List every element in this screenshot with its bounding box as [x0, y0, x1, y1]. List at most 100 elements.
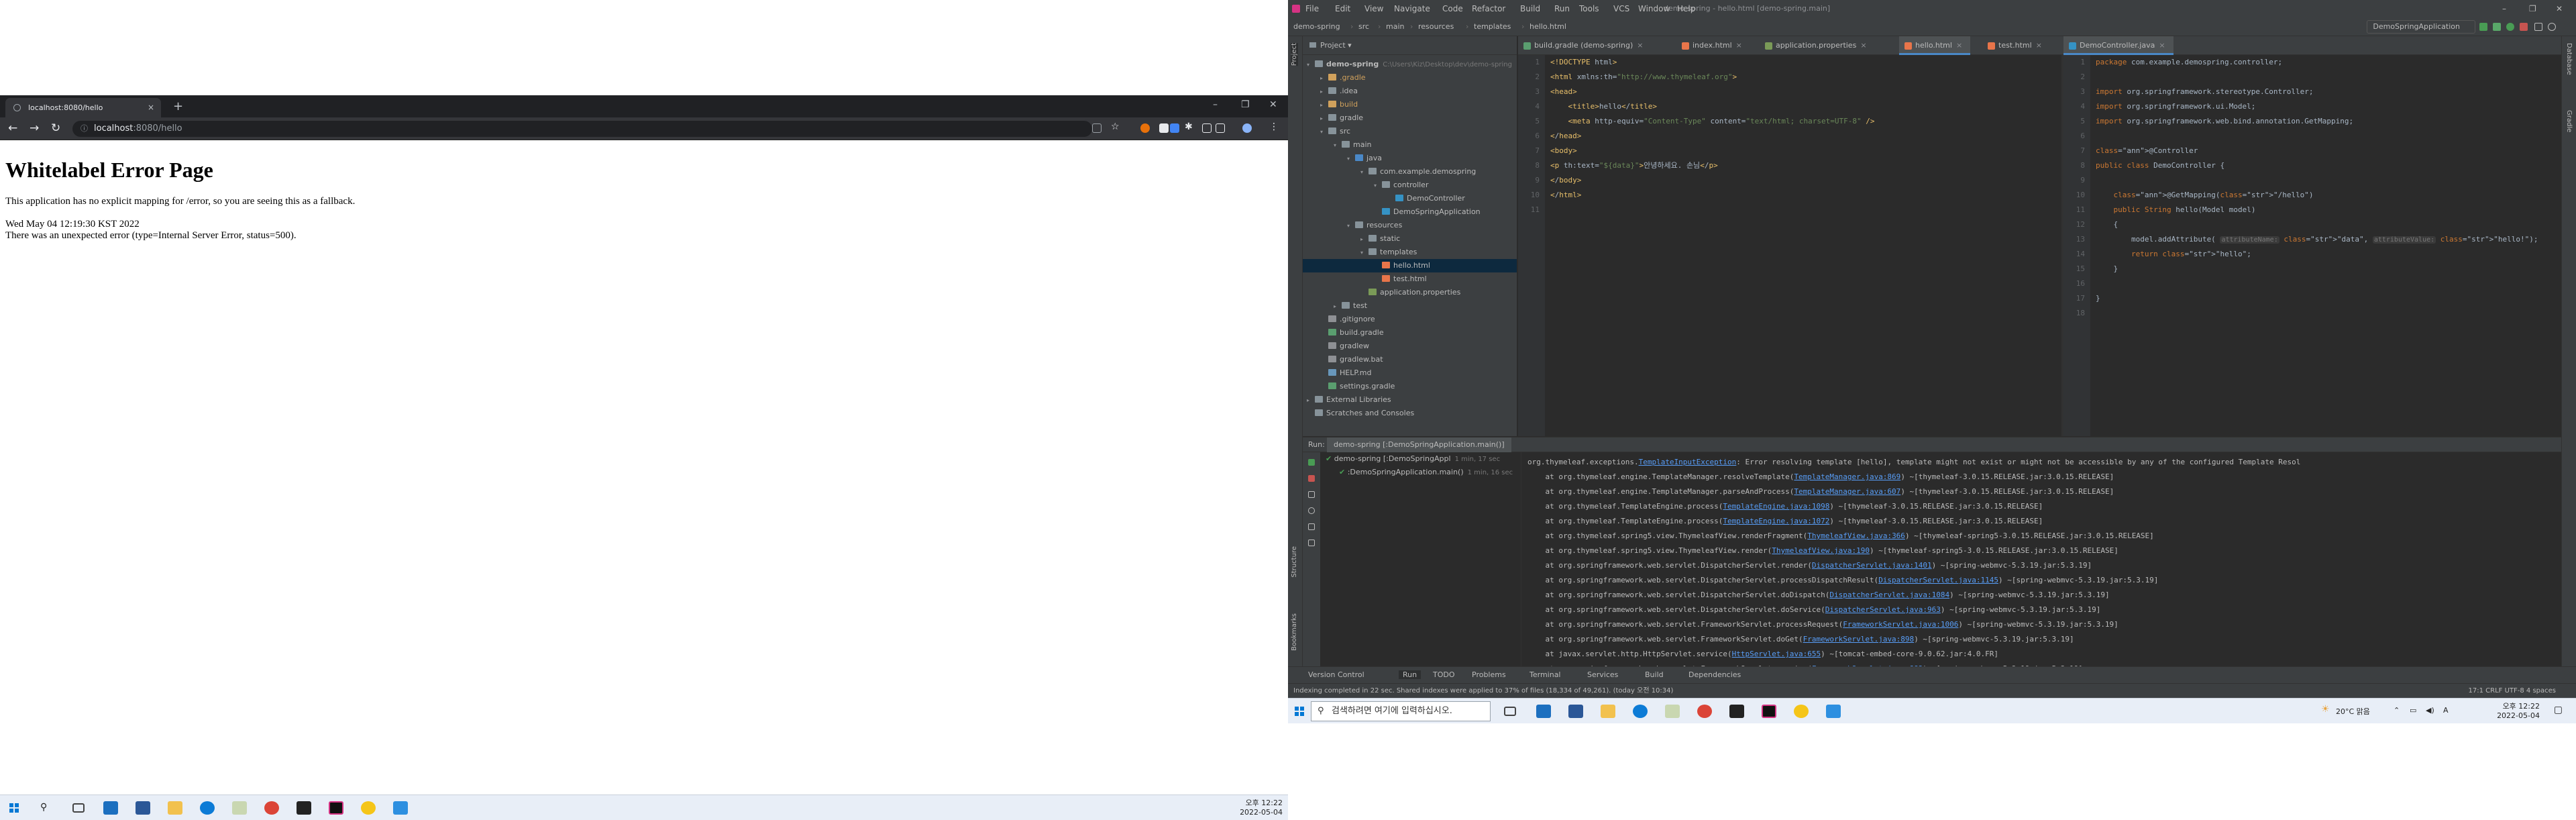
- tool-tab-terminal[interactable]: Terminal: [1529, 670, 1561, 679]
- tree-item[interactable]: ▸ gradle: [1303, 111, 1517, 125]
- code-line[interactable]: [2096, 173, 2561, 188]
- close-icon[interactable]: ×: [1736, 41, 1742, 50]
- search-icon[interactable]: ⚲: [40, 802, 55, 815]
- code-line[interactable]: public String hello(Model model): [2096, 203, 2561, 217]
- database-tool-tab[interactable]: Database: [2565, 43, 2573, 75]
- chevron-down-icon[interactable]: ▾: [1320, 125, 1328, 139]
- settings-icon[interactable]: [2548, 23, 2556, 31]
- console-link[interactable]: TemplateInputException: [1639, 458, 1737, 466]
- code-line[interactable]: class="ann">@GetMapping(class="str">"/he…: [2096, 188, 2561, 203]
- code-line[interactable]: <body>: [1550, 144, 2061, 158]
- run-tree-item[interactable]: ✔ demo-spring [:DemoSpringAppl 1 min, 17 …: [1320, 452, 1521, 466]
- tree-item[interactable]: ▸ build: [1303, 98, 1517, 111]
- menu-item-build[interactable]: Build: [1520, 4, 1540, 13]
- code-line[interactable]: import org.springframework.ui.Model;: [2096, 99, 2561, 114]
- menu-item-help[interactable]: Help: [1677, 4, 1695, 13]
- menu-item-edit[interactable]: Edit: [1335, 4, 1350, 13]
- run-config-select[interactable]: DemoSpringApplication: [2367, 20, 2475, 34]
- tool-tab-todo[interactable]: TODO: [1433, 670, 1455, 679]
- java-editor[interactable]: 1 2 3 4 5 6 7 8 9 10 11 12 13 14 15 16 17 18 package com.…: [2063, 55, 2561, 436]
- chevron-down-icon[interactable]: ▾: [1347, 152, 1355, 166]
- editor-tab[interactable]: index.html ×: [1676, 36, 1750, 55]
- code-line[interactable]: </html>: [1550, 188, 2061, 203]
- restore-layout-icon[interactable]: [1308, 491, 1315, 498]
- task-view-icon[interactable]: [72, 803, 85, 813]
- editor-tab[interactable]: hello.html ×: [1899, 36, 1971, 55]
- notification-icon[interactable]: ▢: [2554, 705, 2563, 715]
- gradle-tool-tab[interactable]: Gradle: [2565, 110, 2573, 132]
- stop-icon[interactable]: [1308, 475, 1315, 482]
- chevron-down-icon[interactable]: ▾: [1347, 219, 1355, 233]
- console-link[interactable]: TemplateManager.java:607: [1794, 487, 1900, 496]
- minimize-icon[interactable]: –: [2502, 4, 2506, 13]
- chevron-down-icon[interactable]: ▾: [1307, 58, 1315, 72]
- editor-tab[interactable]: DemoController.java ×: [2063, 36, 2174, 55]
- extension-icon[interactable]: [1140, 123, 1150, 133]
- code-line[interactable]: [2096, 70, 2561, 85]
- pin-icon[interactable]: [1308, 540, 1315, 546]
- console-link[interactable]: TemplateManager.java:869: [1794, 472, 1900, 481]
- tree-item[interactable]: gradlew: [1303, 340, 1517, 353]
- tool-tab-version-control[interactable]: Version Control: [1308, 670, 1364, 679]
- tree-item[interactable]: DemoController: [1303, 192, 1517, 205]
- exit-icon[interactable]: [1308, 523, 1315, 530]
- code-line[interactable]: <!DOCTYPE html>: [1550, 55, 2061, 70]
- editor-tab[interactable]: test.html ×: [1982, 36, 2050, 55]
- run-tree-item[interactable]: ✔ :DemoSpringApplication.main() 1 min, 16…: [1320, 466, 1521, 479]
- console-link[interactable]: DispatcherServlet.java:1401: [1812, 561, 1932, 570]
- store-icon[interactable]: [136, 801, 150, 815]
- new-tab-button[interactable]: +: [173, 98, 183, 115]
- code-line[interactable]: {: [2096, 217, 2561, 232]
- puzzle-icon[interactable]: ✱: [1185, 121, 1193, 132]
- tool-tab-run[interactable]: Run: [1399, 670, 1421, 679]
- tree-item[interactable]: DemoSpringApplication: [1303, 205, 1517, 219]
- code-line[interactable]: [2096, 129, 2561, 144]
- console-link[interactable]: ThymeleafView.java:366: [1807, 531, 1905, 540]
- menu-item-navigate[interactable]: Navigate: [1394, 4, 1430, 13]
- breadcrumb-item[interactable]: demo-spring: [1293, 22, 1340, 31]
- code-line[interactable]: <p th:text="${data}">안녕하세요. 손님</p>: [1550, 158, 2061, 173]
- run-icon[interactable]: [2479, 23, 2487, 31]
- console-link[interactable]: DispatcherServlet.java:963: [1825, 605, 1941, 614]
- intellij-icon[interactable]: [1762, 705, 1776, 718]
- task-view-icon[interactable]: [1504, 707, 1516, 716]
- bookmarks-tool-tab[interactable]: Bookmarks: [1291, 613, 1298, 651]
- tree-item[interactable]: application.properties: [1303, 286, 1517, 299]
- menu-item-file[interactable]: File: [1305, 4, 1319, 13]
- code-line[interactable]: [2096, 276, 2561, 291]
- code-line[interactable]: </head>: [1550, 129, 2061, 144]
- tree-item[interactable]: ▸ .gradle: [1303, 71, 1517, 85]
- address-bar[interactable]: ⓘ localhost:8080/hello: [72, 121, 1092, 137]
- close-icon[interactable]: ×: [2036, 41, 2042, 50]
- close-icon[interactable]: ×: [1860, 41, 1866, 50]
- windows-start-icon[interactable]: [9, 803, 19, 813]
- chevron-right-icon[interactable]: ▸: [1307, 394, 1315, 407]
- code-line[interactable]: }: [2096, 291, 2561, 306]
- search-everywhere-icon[interactable]: [2534, 23, 2542, 31]
- minimize-icon[interactable]: –: [1213, 99, 1218, 110]
- tool-tab-dependencies[interactable]: Dependencies: [1688, 670, 1741, 679]
- terminal-icon[interactable]: [297, 801, 311, 815]
- weather-text[interactable]: 20°C 맑음: [2336, 706, 2370, 717]
- menu-item-vcs[interactable]: VCS: [1613, 4, 1629, 13]
- tree-item[interactable]: ▾ src: [1303, 125, 1517, 138]
- console-output[interactable]: org.thymeleaf.exceptions.TemplateInputEx…: [1522, 452, 2561, 667]
- tree-item[interactable]: ▾ demo-spring C:\Users\Kiz\Desktop\dev\dem…: [1303, 58, 1517, 71]
- close-icon[interactable]: ✕: [2556, 4, 2563, 13]
- breadcrumb-item[interactable]: templates: [1474, 22, 1511, 31]
- code-line[interactable]: <html xmlns:th="http://www.thymeleaf.org…: [1550, 70, 2061, 85]
- app-icon[interactable]: [1665, 705, 1680, 718]
- chevron-right-icon[interactable]: ▸: [1334, 300, 1342, 313]
- tree-item[interactable]: ▾ main: [1303, 138, 1517, 152]
- chrome-icon[interactable]: [264, 801, 279, 815]
- breadcrumb-item[interactable]: hello.html: [1529, 22, 1566, 31]
- reload-icon[interactable]: ↻: [51, 121, 60, 135]
- kakaotalk-icon[interactable]: [1794, 705, 1809, 718]
- chevron-down-icon[interactable]: ▾: [1334, 139, 1342, 152]
- tree-item[interactable]: ▸ External Libraries: [1303, 393, 1517, 407]
- stop-icon[interactable]: [2520, 23, 2528, 31]
- tool-tab-build[interactable]: Build: [1645, 670, 1664, 679]
- tree-item[interactable]: ▸ test: [1303, 299, 1517, 313]
- maximize-icon[interactable]: ❐: [2529, 4, 2536, 13]
- structure-tool-tab[interactable]: Structure: [1291, 546, 1298, 578]
